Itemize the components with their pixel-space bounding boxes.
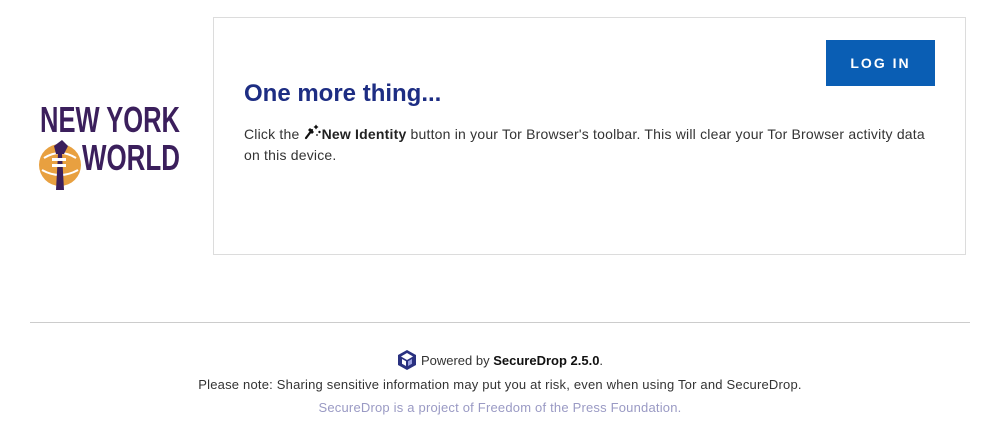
log-in-button[interactable]: LOG IN xyxy=(826,40,935,86)
page: NEW YORK WORLD LOG IN One more thing... … xyxy=(0,0,1000,426)
broom-sparkle-icon xyxy=(304,124,321,140)
page-title: One more thing... xyxy=(244,80,442,107)
instructions-text: Click the New Identity button in your To… xyxy=(244,124,934,166)
main-card: LOG IN One more thing... Click the New I… xyxy=(213,17,966,255)
securedrop-version: SecureDrop 2.5.0 xyxy=(493,353,600,368)
securedrop-icon xyxy=(397,350,416,370)
fpf-link[interactable]: SecureDrop is a project of Freedom of th… xyxy=(0,400,1000,415)
logo[interactable]: NEW YORK WORLD xyxy=(34,98,186,198)
powered-suffix: . xyxy=(599,353,604,368)
powered-by: Powered by SecureDrop 2.5.0. xyxy=(0,349,1000,371)
body-prefix: Click the xyxy=(244,126,304,142)
powered-prefix: Powered by xyxy=(420,353,494,368)
new-york-world-logo: NEW YORK WORLD xyxy=(39,99,180,190)
footer-divider xyxy=(30,322,970,323)
logo-line1: NEW YORK xyxy=(40,99,180,140)
logo-line2: WORLD xyxy=(82,137,180,178)
new-identity-label: New Identity xyxy=(321,126,407,142)
risk-note: Please note: Sharing sensitive informati… xyxy=(198,377,802,392)
